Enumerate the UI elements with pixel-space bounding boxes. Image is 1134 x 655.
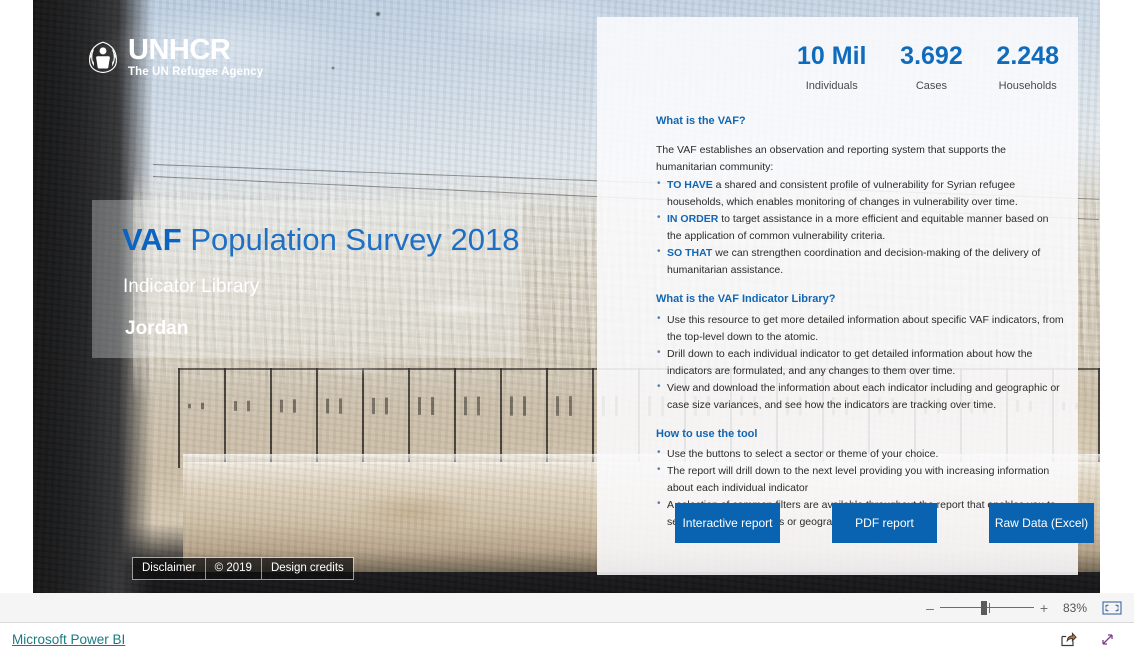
raw-data-excel-button[interactable]: Raw Data (Excel) xyxy=(989,503,1094,543)
bullet-text: Use the buttons to select a sector or th… xyxy=(667,448,939,461)
section-bullet-list: TO HAVE a shared and consistent profile … xyxy=(656,176,1064,279)
pdf-report-button[interactable]: PDF report xyxy=(832,503,937,543)
kpi-individuals-label: Individuals xyxy=(805,79,858,92)
interactive-report-button[interactable]: Interactive report xyxy=(675,503,780,543)
zoom-slider-tick xyxy=(988,602,990,613)
section-intro: The VAF establishes an observation and r… xyxy=(656,143,1006,173)
section-indicator-library: What is the VAF Indicator Library? Use t… xyxy=(656,291,1064,414)
list-item: IN ORDER to target assistance in a more … xyxy=(656,210,1064,245)
copyright-button[interactable]: © 2019 xyxy=(205,558,262,579)
page-subtitle: Indicator Library xyxy=(123,276,260,297)
footer-icon-group xyxy=(1060,631,1116,648)
page-country: Jordan xyxy=(125,318,189,339)
info-panel: 10 Mil Individuals 3.692 Cases 2.248 Hou… xyxy=(597,17,1094,575)
viewer-footer: Microsoft Power BI xyxy=(0,622,1134,655)
bullet-lead: IN ORDER xyxy=(667,212,719,225)
kpi-cases-label: Cases xyxy=(915,79,948,92)
list-item: Use this resource to get more detailed i… xyxy=(656,311,1064,346)
fit-to-page-icon[interactable] xyxy=(1102,600,1122,615)
kpi-households: 2.248 Households xyxy=(996,42,1059,92)
list-item: TO HAVE a shared and consistent profile … xyxy=(656,176,1064,211)
unhcr-brand-text: UNHCR xyxy=(128,34,231,66)
unhcr-logo: UNHCR The UN Refugee Agency xyxy=(85,36,263,79)
panel-body: What is the VAF? The VAF establishes an … xyxy=(656,113,1064,531)
kpi-cases: 3.692 Cases xyxy=(900,42,963,92)
list-item: The report will drill down to the next l… xyxy=(656,462,1064,497)
zoom-toolbar: – + 83% xyxy=(0,593,1134,622)
kpi-individuals-value: 10 Mil xyxy=(797,42,867,70)
kpi-row: 10 Mil Individuals 3.692 Cases 2.248 Hou… xyxy=(797,42,1059,92)
list-item: Drill down to each individual indicator … xyxy=(656,345,1064,380)
fullscreen-icon[interactable] xyxy=(1099,631,1116,648)
kpi-cases-value: 3.692 xyxy=(900,42,963,70)
bullet-text: Drill down to each individual indicator … xyxy=(667,347,1033,377)
share-icon[interactable] xyxy=(1060,631,1077,648)
bullet-text: View and download the information about … xyxy=(667,381,1060,411)
zoom-out-button[interactable]: – xyxy=(922,601,938,615)
kpi-households-value: 2.248 xyxy=(996,42,1059,70)
kpi-individuals: 10 Mil Individuals xyxy=(797,42,867,92)
list-item: SO THAT we can strengthen coordination a… xyxy=(656,244,1064,279)
design-credits-button[interactable]: Design credits xyxy=(261,558,353,579)
unhcr-tagline-text: The UN Refugee Agency xyxy=(128,66,264,78)
bullet-lead: TO HAVE xyxy=(667,178,713,191)
page-title-rest: Population Survey 2018 xyxy=(181,222,520,257)
section-what-is-vaf: What is the VAF? The VAF establishes an … xyxy=(656,113,1064,279)
zoom-in-button[interactable]: + xyxy=(1036,601,1052,615)
section-heading: How to use the tool xyxy=(656,427,758,440)
report-footer-links: Disclaimer © 2019 Design credits xyxy=(132,557,354,580)
unhcr-laurel-emblem-icon xyxy=(85,40,121,74)
list-item: View and download the information about … xyxy=(656,379,1064,414)
bullet-text: Use this resource to get more detailed i… xyxy=(667,313,1064,343)
report-canvas: UNHCR The UN Refugee Agency VAF Populati… xyxy=(33,0,1100,593)
section-bullet-list: Use this resource to get more detailed i… xyxy=(656,311,1064,414)
disclaimer-button[interactable]: Disclaimer xyxy=(133,558,206,579)
bullet-lead: SO THAT xyxy=(667,246,713,259)
zoom-percentage: 83% xyxy=(1062,600,1088,615)
bullet-text: a shared and consistent profile of vulne… xyxy=(667,178,1018,208)
zoom-slider-thumb[interactable] xyxy=(981,600,988,615)
title-overlay-band: VAF Population Survey 2018 Indicator Lib… xyxy=(92,200,522,358)
microsoft-power-bi-link[interactable]: Microsoft Power BI xyxy=(12,632,125,647)
kpi-households-label: Households xyxy=(998,79,1057,92)
bullet-text: The report will drill down to the next l… xyxy=(667,465,1050,495)
page-title: VAF Population Survey 2018 xyxy=(122,222,520,258)
bullet-text: to target assistance in a more efficient… xyxy=(667,212,1049,242)
page-title-highlight: VAF xyxy=(122,222,182,257)
section-heading: What is the VAF? xyxy=(656,115,746,127)
list-item: Use the buttons to select a sector or th… xyxy=(656,445,1064,463)
section-heading: What is the VAF Indicator Library? xyxy=(656,292,836,305)
panel-action-buttons: Interactive report PDF report Raw Data (… xyxy=(675,503,1094,543)
bullet-text: we can strengthen coordination and decis… xyxy=(667,246,1041,276)
zoom-slider[interactable] xyxy=(940,600,1034,615)
